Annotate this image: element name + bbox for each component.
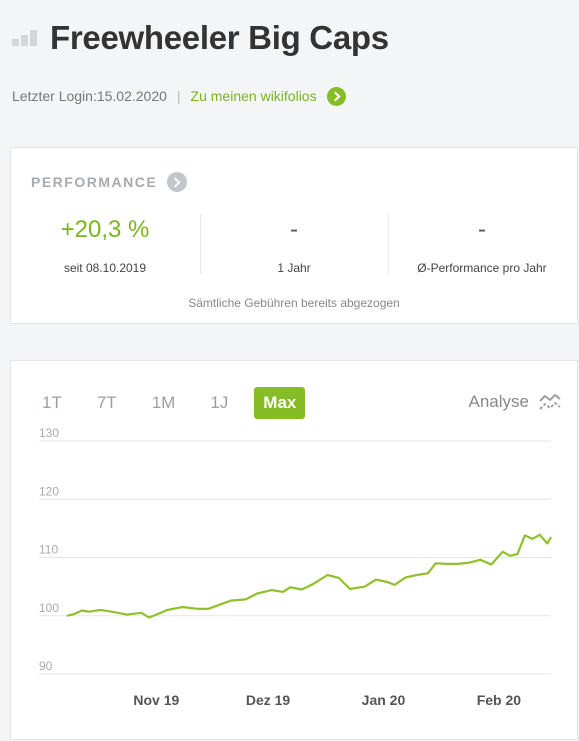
page-title: Freewheeler Big Caps <box>50 19 389 56</box>
performance-heading: PERFORMANCE <box>31 174 158 190</box>
performance-heading-link[interactable]: PERFORMANCE <box>31 172 188 192</box>
analyse-button[interactable]: Analyse <box>469 392 561 412</box>
kpi-value: +20,3 % <box>60 216 150 243</box>
range-tab-7t[interactable]: 7T <box>88 387 126 419</box>
kpi-label: 1 Jahr <box>277 261 311 275</box>
x-tick-label: Jan 20 <box>362 692 406 708</box>
login-info-bar: Letzter Login:15.02.2020 | Zu meinen wik… <box>12 86 346 106</box>
fees-note: Sämtliche Gebühren bereits abgezogen <box>188 296 400 310</box>
x-tick-label: Dez 19 <box>246 692 291 708</box>
kpi-avg-per-year: - Ø-Performance pro Jahr <box>388 215 576 275</box>
y-tick-label: 100 <box>39 601 59 615</box>
analyse-label: Analyse <box>468 392 529 411</box>
my-wikifolios-link-label: Zu meinen wikifolios <box>190 88 317 104</box>
page-header: Freewheeler Big Caps <box>12 14 389 62</box>
range-tab-1j[interactable]: 1J <box>201 387 237 419</box>
bar-chart-icon <box>12 30 38 46</box>
range-tab-1m[interactable]: 1M <box>143 387 185 419</box>
kpi-one-year: - 1 Jahr <box>200 215 388 275</box>
chart-card: 90 100 110 120 130 Nov 19 Dez 19 Jan 20 Feb 20 1… <box>10 360 578 740</box>
kpi-label: Ø-Performance pro Jahr <box>417 261 547 275</box>
x-tick-label: Feb 20 <box>477 692 522 708</box>
y-tick-label: 130 <box>39 426 59 440</box>
y-tick-label: 120 <box>39 484 59 498</box>
kpi-value: - <box>290 216 298 243</box>
my-wikifolios-link[interactable]: Zu meinen wikifolios <box>190 86 346 106</box>
range-tab-max[interactable]: Max <box>254 387 306 419</box>
chevron-right-circle-icon <box>326 86 346 106</box>
performance-card: PERFORMANCE +20,3 % seit 08.10.2019 - 1 … <box>10 147 578 324</box>
range-tab-1t[interactable]: 1T <box>33 387 71 419</box>
kpi-label: seit 08.10.2019 <box>63 261 147 275</box>
range-tabs: 1T 7T 1M 1J Max <box>33 387 322 419</box>
x-tick-label: Nov 19 <box>133 692 179 708</box>
separator: | <box>176 88 181 104</box>
kpi-value: - <box>478 216 486 243</box>
y-tick-label: 90 <box>39 659 53 673</box>
chevron-right-circle-icon <box>167 172 188 192</box>
last-login-text: Letzter Login:15.02.2020 <box>12 88 167 104</box>
trend-lines-icon <box>539 394 561 410</box>
kpi-since-start: +20,3 % seit 08.10.2019 <box>11 215 199 275</box>
y-tick-label: 110 <box>39 543 58 557</box>
series-line <box>66 533 552 619</box>
